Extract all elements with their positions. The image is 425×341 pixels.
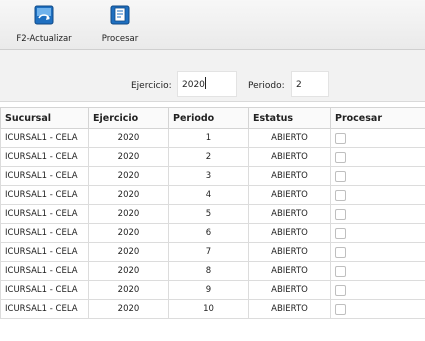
cell-ejercicio: 2020 [88, 223, 169, 243]
cell-periodo: 3 [168, 166, 249, 186]
cell-ejercicio: 2020 [88, 261, 169, 281]
cell-procesar [330, 223, 425, 243]
col-header-estatus[interactable]: Estatus [248, 107, 331, 129]
table-row[interactable]: ICURSAL1 - CELA 2020 3 ABIERTO [0, 166, 425, 186]
cell-estatus: ABIERTO [248, 261, 331, 281]
cell-sucursal: ICURSAL1 - CELA [0, 299, 89, 319]
cell-estatus: ABIERTO [248, 166, 331, 186]
cell-periodo: 10 [168, 299, 249, 319]
process-button-label: Procesar [101, 34, 139, 44]
periodo-label: Periodo: [248, 81, 285, 91]
procesar-checkbox[interactable] [335, 265, 346, 277]
cell-procesar [330, 242, 425, 262]
process-document-icon [110, 5, 130, 25]
cell-estatus: ABIERTO [248, 280, 331, 300]
table-row[interactable]: ICURSAL1 - CELA 2020 8 ABIERTO [0, 261, 425, 281]
procesar-checkbox[interactable] [335, 284, 346, 296]
procesar-checkbox[interactable] [335, 246, 346, 258]
refresh-button[interactable]: F2-Actualizar [4, 0, 84, 49]
cell-ejercicio: 2020 [88, 147, 169, 167]
cell-procesar [330, 128, 425, 148]
refresh-button-label: F2-Actualizar [16, 34, 72, 44]
cell-procesar [330, 147, 425, 167]
cell-ejercicio: 2020 [88, 128, 169, 148]
cell-sucursal: ICURSAL1 - CELA [0, 204, 89, 224]
cell-sucursal: ICURSAL1 - CELA [0, 242, 89, 262]
col-header-periodo[interactable]: Periodo [168, 107, 249, 129]
col-header-procesar[interactable]: Procesar [330, 107, 425, 129]
table-row[interactable]: ICURSAL1 - CELA 2020 10 ABIERTO [0, 299, 425, 319]
cell-periodo: 9 [168, 280, 249, 300]
cell-estatus: ABIERTO [248, 128, 331, 148]
cell-ejercicio: 2020 [88, 204, 169, 224]
cell-sucursal: ICURSAL1 - CELA [0, 280, 89, 300]
table-header-row: Sucursal Ejercicio Periodo Estatus Proce… [0, 107, 425, 129]
periods-table: Sucursal Ejercicio Periodo Estatus Proce… [0, 107, 425, 319]
col-header-sucursal[interactable]: Sucursal [0, 107, 89, 129]
cell-sucursal: ICURSAL1 - CELA [0, 147, 89, 167]
cell-periodo: 6 [168, 223, 249, 243]
table-row[interactable]: ICURSAL1 - CELA 2020 5 ABIERTO [0, 204, 425, 224]
cell-sucursal: ICURSAL1 - CELA [0, 128, 89, 148]
cell-periodo: 7 [168, 242, 249, 262]
procesar-checkbox[interactable] [335, 170, 346, 182]
cell-estatus: ABIERTO [248, 242, 331, 262]
cell-estatus: ABIERTO [248, 204, 331, 224]
cell-procesar [330, 299, 425, 319]
table-row[interactable]: ICURSAL1 - CELA 2020 4 ABIERTO [0, 185, 425, 205]
cell-periodo: 8 [168, 261, 249, 281]
cell-sucursal: ICURSAL1 - CELA [0, 166, 89, 186]
cell-sucursal: ICURSAL1 - CELA [0, 261, 89, 281]
refresh-icon [34, 5, 54, 25]
cell-periodo: 1 [168, 128, 249, 148]
cell-periodo: 5 [168, 204, 249, 224]
table-row[interactable]: ICURSAL1 - CELA 2020 2 ABIERTO [0, 147, 425, 167]
toolbar: F2-Actualizar Procesar [0, 0, 425, 50]
procesar-checkbox[interactable] [335, 208, 346, 220]
periodo-input[interactable]: 2 [291, 71, 329, 97]
text-cursor [205, 77, 206, 89]
cell-procesar [330, 185, 425, 205]
cell-estatus: ABIERTO [248, 299, 331, 319]
procesar-checkbox[interactable] [335, 151, 346, 163]
cell-procesar [330, 261, 425, 281]
procesar-checkbox[interactable] [335, 189, 346, 201]
cell-estatus: ABIERTO [248, 185, 331, 205]
cell-ejercicio: 2020 [88, 166, 169, 186]
cell-periodo: 4 [168, 185, 249, 205]
cell-procesar [330, 280, 425, 300]
cell-ejercicio: 2020 [88, 299, 169, 319]
ejercicio-input[interactable]: 2020 [177, 71, 237, 97]
table-row[interactable]: ICURSAL1 - CELA 2020 7 ABIERTO [0, 242, 425, 262]
cell-periodo: 2 [168, 147, 249, 167]
cell-estatus: ABIERTO [248, 223, 331, 243]
cell-procesar [330, 166, 425, 186]
cell-ejercicio: 2020 [88, 280, 169, 300]
cell-sucursal: ICURSAL1 - CELA [0, 185, 89, 205]
table-row[interactable]: ICURSAL1 - CELA 2020 9 ABIERTO [0, 280, 425, 300]
ejercicio-label: Ejercicio: [131, 81, 172, 91]
procesar-checkbox[interactable] [335, 303, 346, 315]
table-row[interactable]: ICURSAL1 - CELA 2020 6 ABIERTO [0, 223, 425, 243]
table-row[interactable]: ICURSAL1 - CELA 2020 1 ABIERTO [0, 128, 425, 148]
cell-estatus: ABIERTO [248, 147, 331, 167]
procesar-checkbox[interactable] [335, 227, 346, 239]
cell-ejercicio: 2020 [88, 185, 169, 205]
col-header-ejercicio[interactable]: Ejercicio [88, 107, 169, 129]
cell-sucursal: ICURSAL1 - CELA [0, 223, 89, 243]
procesar-checkbox[interactable] [335, 132, 346, 144]
cell-ejercicio: 2020 [88, 242, 169, 262]
cell-procesar [330, 204, 425, 224]
process-button[interactable]: Procesar [94, 0, 146, 49]
